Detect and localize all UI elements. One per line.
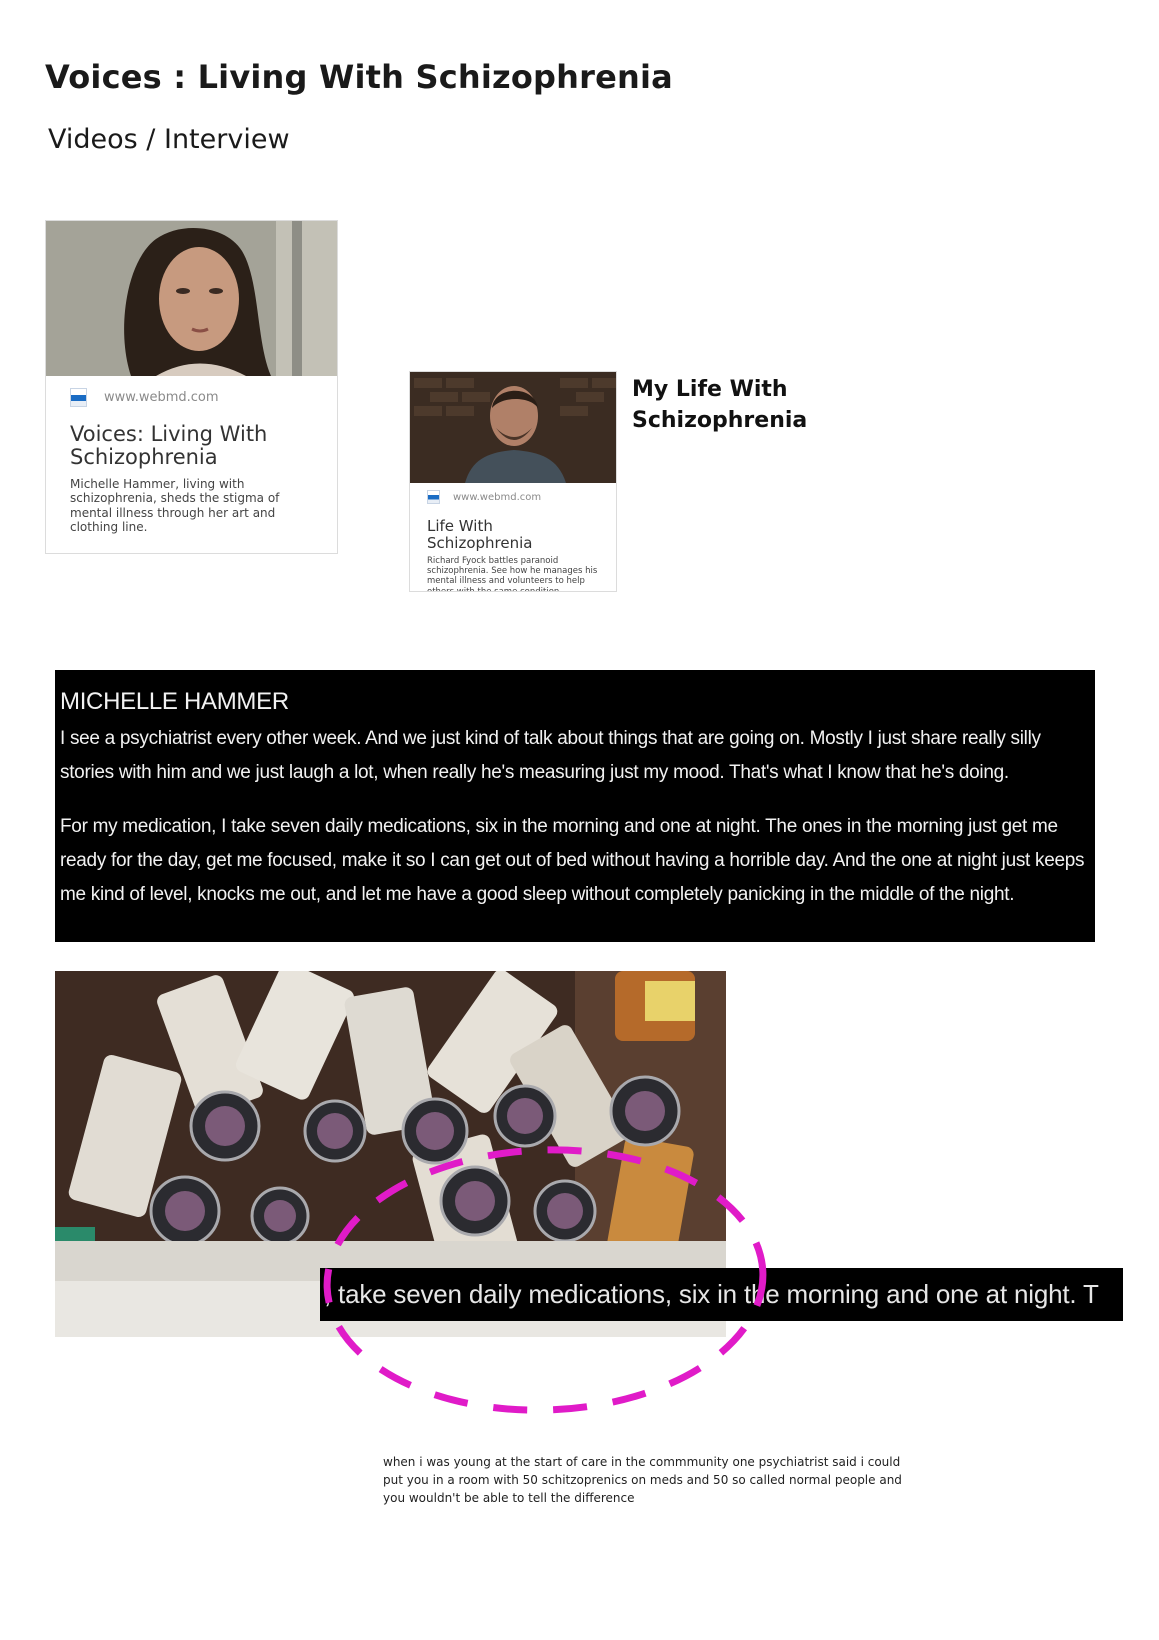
transcript-paragraph: For my medication, I take seven daily me…: [60, 816, 1085, 905]
thumbnail-richard-fyock: [410, 372, 616, 483]
thumbnail-michelle-hammer: [46, 221, 337, 376]
portrait-image: [410, 372, 616, 483]
transcript-box: MICHELLE HAMMER I see a psychiatrist eve…: [55, 670, 1095, 942]
card-source-url[interactable]: www.webmd.com: [104, 390, 219, 405]
transcript-paragraph: I see a psychiatrist every other week. A…: [60, 728, 1041, 783]
webmd-favicon-icon: [70, 388, 87, 407]
webmd-favicon-icon: [427, 490, 440, 504]
side-heading-line: Schizophrenia: [632, 408, 808, 433]
hand-drawn-ellipse-annotation: [323, 1146, 767, 1414]
portrait-image: [46, 221, 337, 376]
page-title: Voices : Living With Schizophrenia: [45, 58, 673, 96]
card-description: Michelle Hammer, living with schizophren…: [70, 477, 280, 534]
card-description: Richard Fyock battles paranoid schizophr…: [427, 556, 598, 592]
quote-text: when i was young at the start of care in…: [383, 1455, 902, 1505]
card-source: www.webmd.com: [427, 490, 616, 504]
card-title[interactable]: Life With Schizophrenia: [427, 518, 599, 551]
link-card-life-with-schizophrenia[interactable]: www.webmd.com Life With Schizophrenia Ri…: [409, 371, 617, 592]
card-source-url[interactable]: www.webmd.com: [453, 492, 541, 503]
page-subtitle: Videos / Interview: [48, 124, 290, 155]
speaker-name: MICHELLE HAMMER: [60, 688, 289, 715]
link-card-voices[interactable]: www.webmd.com Voices: Living With Schizo…: [45, 220, 338, 554]
side-heading-line: My Life With: [632, 377, 788, 402]
side-heading: My Life With Schizophrenia: [632, 374, 807, 436]
card-title[interactable]: Voices: Living With Schizophrenia: [70, 422, 313, 469]
card-source: www.webmd.com: [70, 388, 337, 407]
